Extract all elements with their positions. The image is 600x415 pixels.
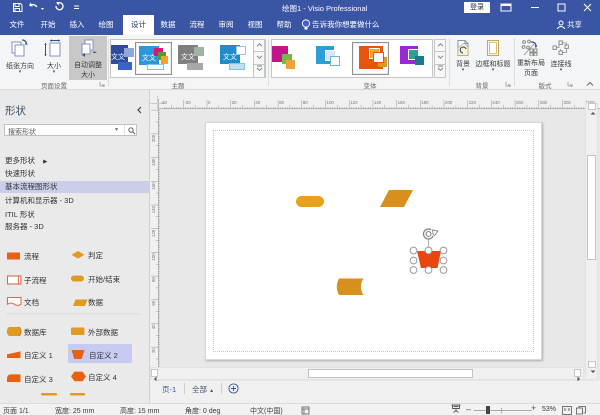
svg-text:160: 160 xyxy=(398,100,406,105)
svg-text:80: 80 xyxy=(303,100,308,105)
svg-text:280: 280 xyxy=(540,100,548,105)
svg-text:40: 40 xyxy=(151,324,156,329)
svg-text:60: 60 xyxy=(279,100,284,105)
svg-text:180: 180 xyxy=(151,158,156,166)
svg-text:80: 80 xyxy=(151,276,156,281)
svg-text:240: 240 xyxy=(492,100,500,105)
svg-text:20: 20 xyxy=(232,100,237,105)
svg-text:100: 100 xyxy=(327,100,335,105)
svg-text:300: 300 xyxy=(564,100,572,105)
svg-text:200: 200 xyxy=(445,100,453,105)
svg-text:160: 160 xyxy=(151,182,156,190)
svg-text:180: 180 xyxy=(421,100,429,105)
svg-text:120: 120 xyxy=(350,100,358,105)
svg-text:-20: -20 xyxy=(184,100,191,105)
svg-text:60: 60 xyxy=(151,300,156,305)
svg-text:20: 20 xyxy=(151,348,156,353)
svg-text:0: 0 xyxy=(208,100,211,105)
svg-text:140: 140 xyxy=(151,205,156,213)
svg-text:260: 260 xyxy=(516,100,524,105)
svg-text:220: 220 xyxy=(469,100,477,105)
svg-text:-40: -40 xyxy=(161,100,168,105)
svg-text:100: 100 xyxy=(151,253,156,261)
svg-text:200: 200 xyxy=(151,134,156,142)
svg-text:40: 40 xyxy=(255,100,260,105)
svg-text:120: 120 xyxy=(151,229,156,237)
svg-text:140: 140 xyxy=(374,100,382,105)
